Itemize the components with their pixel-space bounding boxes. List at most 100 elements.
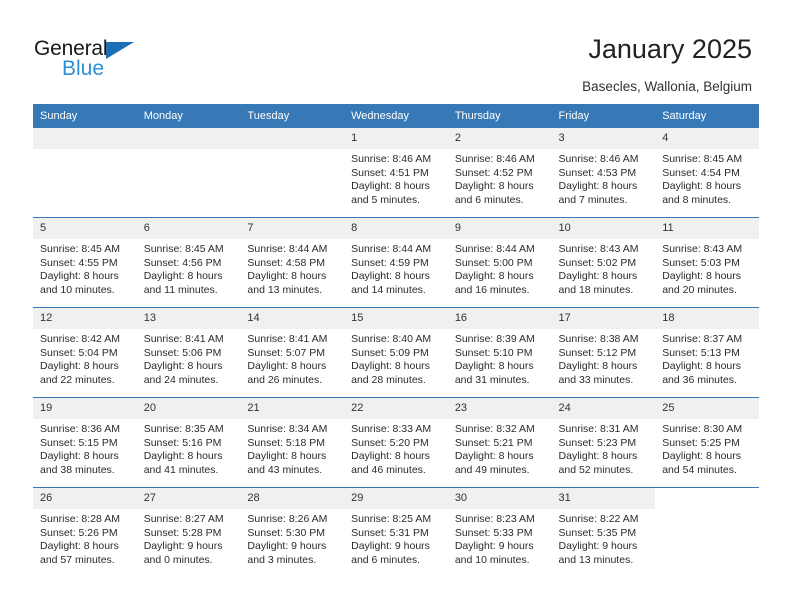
daylight-duration-line2: and 43 minutes. — [247, 463, 323, 476]
calendar-day-cell[interactable]: 31 Sunrise: 8:22 AM Sunset: 5:35 PM Dayligh… — [551, 487, 656, 577]
sunset-time: Sunset: 5:15 PM — [40, 436, 118, 449]
day-cell-inner: 22 Sunrise: 8:33 AM Sunset: 5:20 PM Dayligh… — [344, 398, 448, 487]
day-number — [655, 488, 759, 509]
page-subtitle-location: Basecles, Wallonia, Belgium — [582, 79, 752, 94]
calendar-day-cell[interactable]: 22 Sunrise: 8:33 AM Sunset: 5:20 PM Dayligh… — [344, 397, 448, 488]
sunrise-time: Sunrise: 8:46 AM — [558, 153, 639, 165]
sunset-time: Sunset: 5:04 PM — [40, 346, 118, 359]
sunset-time: Sunset: 5:26 PM — [40, 526, 118, 539]
day-number: 8 — [344, 218, 448, 239]
calendar-day-cell[interactable]: 9 Sunrise: 8:44 AM Sunset: 5:00 PM Daylight… — [447, 217, 552, 308]
calendar-day-cell[interactable]: 20 Sunrise: 8:35 AM Sunset: 5:16 PM Dayligh… — [136, 397, 241, 488]
calendar-day-cell[interactable]: 5 Sunrise: 8:45 AM Sunset: 4:55 PM Daylight… — [33, 217, 137, 308]
daylight-duration-line2: and 52 minutes. — [558, 463, 634, 476]
daylight-duration-line1: Daylight: 8 hours — [558, 180, 638, 193]
daylight-duration-line1: Daylight: 8 hours — [351, 180, 430, 193]
sunset-time: Sunset: 5:31 PM — [351, 526, 429, 539]
day-cell-inner: 27 Sunrise: 8:27 AM Sunset: 5:28 PM Dayligh… — [136, 488, 241, 577]
weekday-header-saturday: Saturday — [655, 104, 759, 128]
calendar-day-cell[interactable]: 10 Sunrise: 8:43 AM Sunset: 5:02 PM Dayligh… — [551, 217, 656, 308]
general-blue-logo[interactable]: General Blue — [34, 38, 164, 82]
calendar-day-cell[interactable]: 15 Sunrise: 8:40 AM Sunset: 5:09 PM Dayligh… — [344, 307, 448, 398]
calendar-day-cell[interactable]: 27 Sunrise: 8:27 AM Sunset: 5:28 PM Dayligh… — [136, 487, 241, 577]
sunset-time: Sunset: 5:33 PM — [454, 526, 533, 539]
calendar-day-cell[interactable]: 25 Sunrise: 8:30 AM Sunset: 5:25 PM Dayligh… — [655, 397, 759, 488]
calendar-day-cell[interactable]: 3 Sunrise: 8:46 AM Sunset: 4:53 PM Daylight… — [551, 127, 656, 218]
sunset-time: Sunset: 5:12 PM — [558, 346, 637, 359]
calendar-day-cell[interactable]: 4 Sunrise: 8:45 AM Sunset: 4:54 PM Daylight… — [655, 127, 759, 218]
calendar-day-cell[interactable]: 1 Sunrise: 8:46 AM Sunset: 4:51 PM Daylight… — [344, 127, 448, 218]
calendar-day-cell[interactable]: 21 Sunrise: 8:34 AM Sunset: 5:18 PM Dayligh… — [240, 397, 345, 488]
calendar-day-cell[interactable]: 26 Sunrise: 8:28 AM Sunset: 5:26 PM Dayligh… — [33, 487, 137, 577]
daylight-duration-line1: Daylight: 8 hours — [558, 360, 638, 373]
daylight-duration-line2: and 7 minutes. — [558, 193, 628, 206]
calendar-day-cell[interactable]: 13 Sunrise: 8:41 AM Sunset: 5:06 PM Dayligh… — [136, 307, 241, 398]
day-cell-inner: 8 Sunrise: 8:44 AM Sunset: 4:59 PM Daylight… — [344, 218, 448, 307]
daylight-duration-line1: Daylight: 8 hours — [662, 180, 742, 193]
calendar-day-cell[interactable]: 17 Sunrise: 8:38 AM Sunset: 5:12 PM Dayligh… — [551, 307, 656, 398]
calendar-day-cell[interactable]: 2 Sunrise: 8:46 AM Sunset: 4:52 PM Daylight… — [447, 127, 552, 218]
day-number: 18 — [655, 308, 759, 329]
calendar-page: General Blue January 2025 Basecles, Wall… — [0, 0, 792, 612]
day-details: Sunrise: 8:44 AM Sunset: 5:00 PM Daylight:… — [448, 239, 552, 297]
sunrise-time: Sunrise: 8:31 AM — [558, 423, 639, 435]
calendar-day-cell[interactable]: 8 Sunrise: 8:44 AM Sunset: 4:59 PM Daylight… — [344, 217, 448, 308]
day-details: Sunrise: 8:37 AM Sunset: 5:13 PM Daylight:… — [655, 329, 759, 387]
calendar-day-cell[interactable]: 11 Sunrise: 8:43 AM Sunset: 5:03 PM Dayligh… — [655, 217, 759, 308]
day-cell-inner: 28 Sunrise: 8:26 AM Sunset: 5:30 PM Dayligh… — [240, 488, 345, 577]
sunrise-time: Sunrise: 8:33 AM — [351, 423, 432, 435]
daylight-duration-line1: Daylight: 9 hours — [558, 540, 638, 553]
day-details: Sunrise: 8:41 AM Sunset: 5:06 PM Daylight:… — [137, 329, 241, 387]
sunrise-time: Sunrise: 8:32 AM — [454, 423, 535, 435]
daylight-duration-line1: Daylight: 8 hours — [351, 360, 430, 373]
sunset-time: Sunset: 5:03 PM — [662, 256, 740, 269]
daylight-duration-line1: Daylight: 8 hours — [40, 540, 119, 553]
day-details: Sunrise: 8:38 AM Sunset: 5:12 PM Daylight:… — [552, 329, 656, 387]
daylight-duration-line1: Daylight: 8 hours — [454, 450, 534, 463]
day-number: 15 — [344, 308, 448, 329]
sunrise-time: Sunrise: 8:41 AM — [247, 333, 328, 345]
sunrise-time: Sunrise: 8:45 AM — [40, 243, 120, 255]
day-details: Sunrise: 8:23 AM Sunset: 5:33 PM Daylight:… — [448, 509, 552, 567]
daylight-duration-line1: Daylight: 8 hours — [40, 450, 119, 463]
day-details: Sunrise: 8:41 AM Sunset: 5:07 PM Daylight:… — [240, 329, 344, 387]
day-number: 20 — [136, 398, 241, 419]
day-details: Sunrise: 8:36 AM Sunset: 5:15 PM Daylight:… — [33, 419, 137, 477]
daylight-duration-line2: and 22 minutes. — [40, 373, 115, 386]
calendar-day-cell[interactable]: 19 Sunrise: 8:36 AM Sunset: 5:15 PM Dayligh… — [33, 397, 137, 488]
daylight-duration-line1: Daylight: 8 hours — [40, 270, 119, 283]
calendar-day-cell[interactable]: 16 Sunrise: 8:39 AM Sunset: 5:10 PM Dayligh… — [447, 307, 552, 398]
day-cell-inner: 1 Sunrise: 8:46 AM Sunset: 4:51 PM Daylight… — [344, 128, 448, 217]
day-number: 9 — [447, 218, 552, 239]
calendar-day-cell[interactable]: 7 Sunrise: 8:44 AM Sunset: 4:58 PM Daylight… — [240, 217, 345, 308]
day-number: 31 — [551, 488, 656, 509]
daylight-duration-line2: and 14 minutes. — [351, 283, 426, 296]
calendar-day-cell[interactable]: 6 Sunrise: 8:45 AM Sunset: 4:56 PM Daylight… — [136, 217, 241, 308]
day-number: 14 — [240, 308, 345, 329]
calendar-day-cell[interactable]: 24 Sunrise: 8:31 AM Sunset: 5:23 PM Dayligh… — [551, 397, 656, 488]
sunset-time: Sunset: 5:09 PM — [351, 346, 429, 359]
daylight-duration-line2: and 16 minutes. — [454, 283, 530, 296]
calendar-day-cell[interactable]: 12 Sunrise: 8:42 AM Sunset: 5:04 PM Dayligh… — [33, 307, 137, 398]
calendar-day-cell[interactable]: 30 Sunrise: 8:23 AM Sunset: 5:33 PM Dayligh… — [447, 487, 552, 577]
day-number: 1 — [344, 128, 448, 149]
calendar-day-cell[interactable]: 23 Sunrise: 8:32 AM Sunset: 5:21 PM Dayligh… — [447, 397, 552, 488]
weekday-header-friday: Friday — [551, 104, 656, 128]
daylight-duration-line2: and 6 minutes. — [454, 193, 524, 206]
daylight-duration-line2: and 18 minutes. — [558, 283, 634, 296]
day-details: Sunrise: 8:46 AM Sunset: 4:53 PM Daylight:… — [552, 149, 656, 207]
sunrise-time: Sunrise: 8:44 AM — [351, 243, 432, 255]
calendar-day-cell[interactable]: 28 Sunrise: 8:26 AM Sunset: 5:30 PM Dayligh… — [240, 487, 345, 577]
day-number: 4 — [655, 128, 759, 149]
calendar-day-cell[interactable]: 18 Sunrise: 8:37 AM Sunset: 5:13 PM Dayligh… — [655, 307, 759, 398]
day-cell-inner: 7 Sunrise: 8:44 AM Sunset: 4:58 PM Daylight… — [240, 218, 345, 307]
page-header: General Blue January 2025 Basecles, Wall… — [0, 0, 792, 103]
day-number: 6 — [136, 218, 241, 239]
sunset-time: Sunset: 5:16 PM — [143, 436, 222, 449]
sunset-time: Sunset: 4:54 PM — [662, 166, 740, 179]
calendar-day-cell[interactable]: 29 Sunrise: 8:25 AM Sunset: 5:31 PM Dayligh… — [344, 487, 448, 577]
calendar-week-row: 19 Sunrise: 8:36 AM Sunset: 5:15 PM Dayligh… — [33, 397, 759, 488]
day-cell-inner: 17 Sunrise: 8:38 AM Sunset: 5:12 PM Dayligh… — [551, 308, 656, 397]
day-cell-inner: 5 Sunrise: 8:45 AM Sunset: 4:55 PM Daylight… — [33, 218, 137, 307]
calendar-day-cell[interactable]: 14 Sunrise: 8:41 AM Sunset: 5:07 PM Dayligh… — [240, 307, 345, 398]
